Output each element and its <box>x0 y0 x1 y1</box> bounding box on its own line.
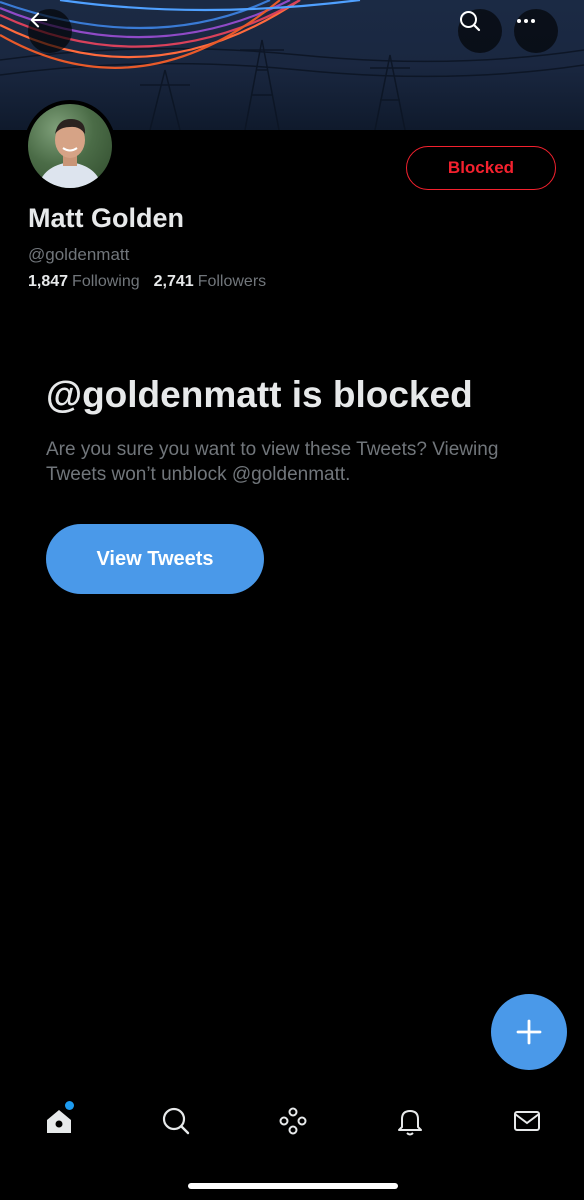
tab-spaces[interactable] <box>273 1101 313 1141</box>
tab-messages[interactable] <box>507 1101 547 1141</box>
more-button[interactable] <box>514 9 558 53</box>
bottom-tab-bar <box>0 1085 584 1155</box>
followers-label: Followers <box>197 273 267 290</box>
search-button[interactable] <box>458 9 502 53</box>
profile-handle: @goldenmatt <box>28 245 130 264</box>
more-icon <box>517 19 535 23</box>
spaces-icon <box>279 1107 307 1135</box>
notification-dot <box>65 1101 74 1110</box>
following-stat[interactable]: 1,847 Following <box>28 273 140 291</box>
tab-search[interactable] <box>156 1101 196 1141</box>
plus-icon <box>516 1019 542 1045</box>
following-label: Following <box>72 273 140 290</box>
following-count: 1,847 <box>28 273 69 290</box>
tab-home[interactable] <box>39 1101 79 1141</box>
back-button[interactable] <box>28 9 72 53</box>
home-indicator[interactable] <box>188 1183 398 1189</box>
avatar-photo <box>28 104 112 188</box>
envelope-icon <box>514 1111 540 1131</box>
blocked-description: Are you sure you want to view these Twee… <box>46 439 499 485</box>
compose-tweet-button[interactable] <box>491 994 567 1070</box>
profile-name: Matt Golden <box>28 203 184 233</box>
tab-notifications[interactable] <box>390 1101 430 1141</box>
blocked-title: @goldenmatt is blocked <box>46 374 473 415</box>
profile-stats: 1,847 Following 2,741 Followers <box>28 273 266 291</box>
view-tweets-button[interactable]: View Tweets <box>46 524 264 594</box>
arrow-left-icon <box>30 12 48 28</box>
avatar[interactable] <box>24 100 116 192</box>
followers-stat[interactable]: 2,741 Followers <box>154 273 267 291</box>
blocked-button[interactable]: Blocked <box>406 146 556 190</box>
profile-screen: Blocked Matt Golden @goldenmatt 1,847 Fol… <box>0 0 584 1200</box>
bell-icon <box>398 1110 422 1136</box>
search-icon <box>460 11 481 32</box>
followers-count: 2,741 <box>153 273 194 290</box>
search-icon <box>162 1107 190 1135</box>
